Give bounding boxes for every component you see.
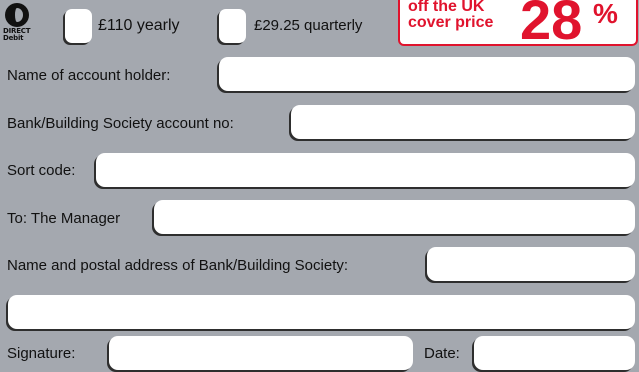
offer-line2: cover price bbox=[408, 14, 494, 31]
quarterly-checkbox[interactable] bbox=[219, 9, 246, 43]
signature-field[interactable] bbox=[109, 336, 413, 370]
date-label: Date: bbox=[424, 345, 460, 362]
account-holder-field[interactable] bbox=[219, 57, 635, 91]
signature-label: Signature: bbox=[7, 345, 76, 362]
logo-line2: Debit bbox=[3, 34, 24, 42]
offer-badge: off the UK cover price 28 % bbox=[398, 0, 638, 46]
direct-debit-logo-text: DIRECT Debit bbox=[3, 28, 31, 42]
bank-address-field-line2[interactable] bbox=[8, 295, 635, 329]
sort-code-field[interactable] bbox=[96, 153, 635, 187]
yearly-checkbox[interactable] bbox=[65, 9, 92, 43]
offer-percent: 28 bbox=[520, 0, 583, 46]
to-manager-label: To: The Manager bbox=[7, 210, 121, 227]
account-holder-label: Name of account holder: bbox=[7, 67, 171, 84]
bank-address-field[interactable] bbox=[427, 247, 635, 281]
account-no-field[interactable] bbox=[291, 105, 635, 139]
yearly-option-label: £110 yearly bbox=[98, 17, 180, 34]
to-manager-field[interactable] bbox=[154, 200, 635, 234]
direct-debit-symbol-icon bbox=[5, 3, 29, 27]
sort-code-label: Sort code: bbox=[7, 162, 76, 179]
quarterly-option-label: £29.25 quarterly bbox=[254, 17, 363, 34]
direct-debit-logo: DIRECT Debit bbox=[3, 3, 33, 42]
bank-address-label: Name and postal address of Bank/Building… bbox=[7, 257, 349, 274]
date-field[interactable] bbox=[474, 336, 635, 370]
account-no-label: Bank/Building Society account no: bbox=[7, 115, 234, 132]
offer-percent-sign: % bbox=[593, 0, 618, 29]
